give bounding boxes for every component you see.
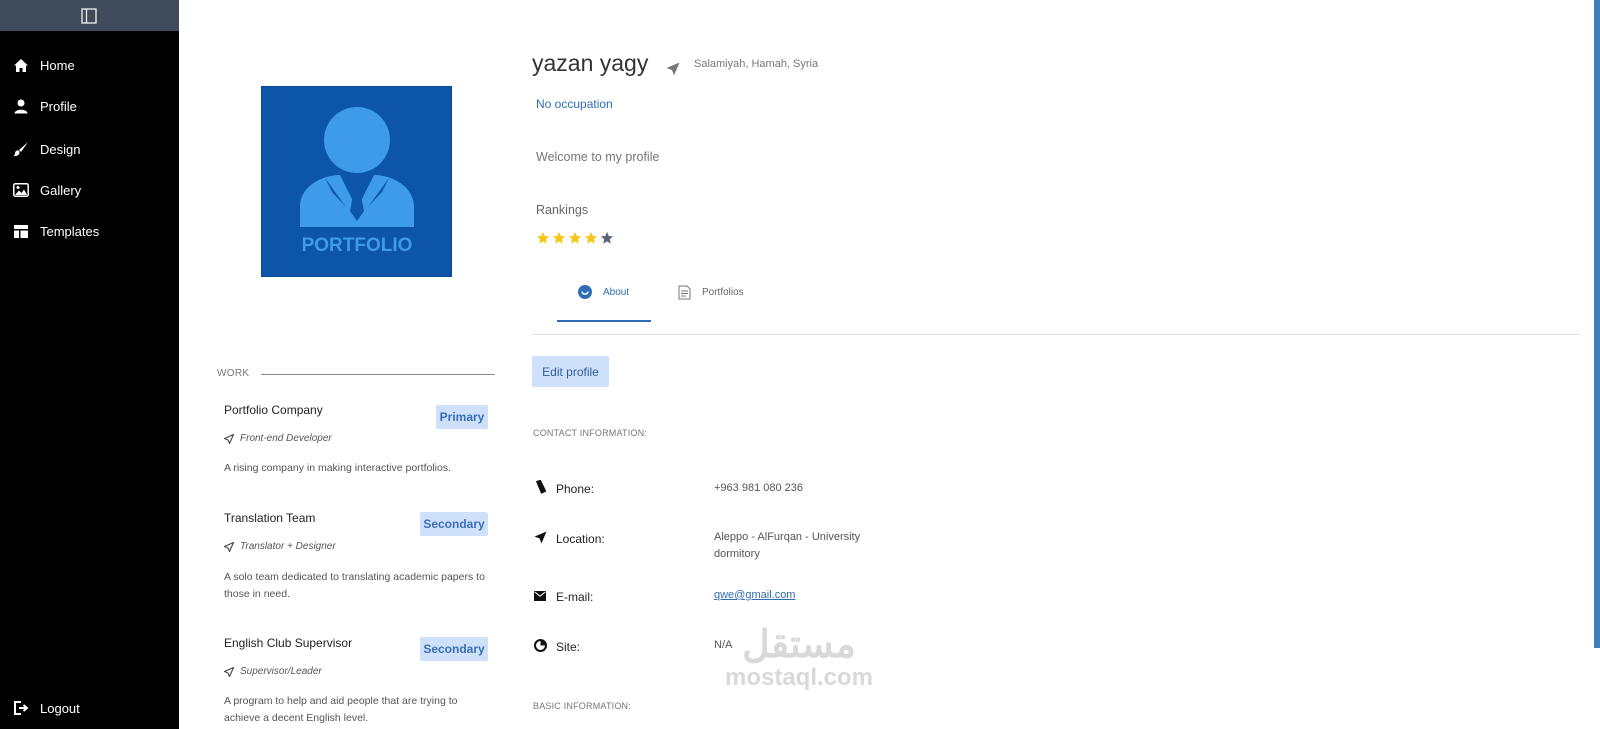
mail-icon bbox=[533, 589, 547, 603]
watermark-latin: mostaql.com bbox=[724, 664, 874, 691]
work-section-title: WORK bbox=[217, 368, 250, 379]
sidebar-item-templates[interactable]: Templates bbox=[0, 216, 179, 246]
location-value: Aleppo - AlFurqan - University dormitory bbox=[714, 531, 861, 560]
user-icon bbox=[13, 98, 29, 114]
basic-section-title: BASIC INFORMATION: bbox=[533, 701, 631, 711]
smile-icon bbox=[578, 285, 592, 299]
star-filled-icon bbox=[536, 231, 550, 244]
home-icon bbox=[13, 57, 29, 73]
site-label: Site: bbox=[556, 640, 581, 654]
image-icon bbox=[13, 182, 29, 198]
star-filled-icon bbox=[568, 231, 582, 244]
profile-occupation: No occupation bbox=[536, 97, 613, 111]
brush-icon bbox=[13, 141, 29, 157]
tab-about[interactable]: About bbox=[578, 285, 629, 299]
watermark-arabic: مستقل bbox=[742, 624, 856, 666]
sidebar-header bbox=[0, 0, 179, 31]
sidebar-item-label: Profile bbox=[40, 98, 77, 114]
sidebar-item-home[interactable]: Home bbox=[0, 50, 179, 80]
watermark: مستقل mostaql.com bbox=[702, 625, 896, 691]
edit-profile-button[interactable]: Edit profile bbox=[532, 356, 609, 387]
rankings-label: Rankings bbox=[536, 203, 589, 217]
sidebar-item-label: Templates bbox=[40, 223, 100, 239]
phone-value: +963 981 080 236 bbox=[714, 482, 804, 494]
job-badge: Secondary bbox=[420, 637, 488, 661]
rating-stars bbox=[536, 231, 614, 245]
star-filled-icon bbox=[552, 231, 566, 244]
job-description: A rising company in making interactive p… bbox=[224, 462, 452, 474]
job-description: A solo team dedicated to translating aca… bbox=[224, 571, 485, 600]
job-description: A program to help and aid people that ar… bbox=[224, 695, 458, 724]
sidebar-item-label: Home bbox=[40, 57, 75, 73]
sidebar-item-gallery[interactable]: Gallery bbox=[0, 175, 179, 205]
profile-name: yazan yagy bbox=[532, 50, 649, 76]
send-icon bbox=[224, 541, 234, 552]
tab-portfolios[interactable]: Portfolios bbox=[678, 285, 744, 300]
page-scrollbar[interactable] bbox=[1594, 0, 1600, 648]
job-role-text: Front-end Developer bbox=[240, 433, 332, 444]
tabs-divider bbox=[532, 334, 1580, 335]
profile-location: Salamiyah, Hamah, Syria bbox=[694, 58, 819, 70]
email-value-container: qwe@gmail.com bbox=[714, 587, 894, 604]
tab-label: Portfolios bbox=[702, 287, 744, 298]
email-label: E-mail: bbox=[556, 590, 594, 604]
sidebar-toggle-icon[interactable] bbox=[81, 8, 97, 24]
layout-icon bbox=[13, 223, 29, 239]
location-arrow-icon bbox=[533, 530, 547, 544]
globe-icon bbox=[533, 638, 547, 652]
contact-section-title: CONTACT INFORMATION: bbox=[533, 428, 647, 438]
star-filled-icon bbox=[584, 231, 598, 244]
job-badge: Primary bbox=[436, 405, 488, 429]
job-role: Translator + Designer bbox=[224, 541, 336, 552]
sidebar-item-label: Design bbox=[40, 141, 81, 157]
send-icon bbox=[224, 666, 234, 677]
avatar-caption: PORTFOLIO bbox=[302, 235, 413, 256]
job-company: Portfolio Company bbox=[224, 403, 323, 417]
phone-label: Phone: bbox=[556, 482, 595, 496]
send-icon bbox=[224, 433, 234, 444]
portfolio-person-icon: PORTFOLIO bbox=[300, 107, 414, 256]
job-badge: Secondary bbox=[420, 512, 488, 536]
document-icon bbox=[678, 285, 691, 300]
job-company: English Club Supervisor bbox=[224, 636, 353, 650]
job-role-text: Supervisor/Leader bbox=[240, 666, 322, 677]
sidebar: Home Profile Design Gallery Templates Lo… bbox=[0, 0, 179, 729]
logout-button[interactable]: Logout bbox=[0, 693, 179, 723]
job-role: Front-end Developer bbox=[224, 433, 332, 444]
job-role-text: Translator + Designer bbox=[240, 541, 336, 552]
sidebar-item-label: Gallery bbox=[40, 182, 82, 198]
phone-icon bbox=[533, 480, 547, 494]
star-empty-icon bbox=[600, 231, 614, 244]
location-label: Location: bbox=[556, 532, 605, 546]
location-arrow-icon bbox=[666, 62, 680, 76]
job-company: Translation Team bbox=[224, 511, 316, 525]
email-link[interactable]: qwe@gmail.com bbox=[714, 589, 795, 601]
logout-label: Logout bbox=[40, 700, 80, 716]
sidebar-item-design[interactable]: Design bbox=[0, 134, 179, 164]
logout-icon bbox=[13, 700, 29, 716]
active-tab-indicator bbox=[557, 320, 651, 322]
work-divider bbox=[261, 374, 495, 375]
sidebar-item-profile[interactable]: Profile bbox=[0, 91, 179, 121]
tab-label: About bbox=[603, 286, 630, 298]
profile-avatar: PORTFOLIO bbox=[261, 86, 452, 277]
job-role: Supervisor/Leader bbox=[224, 666, 322, 677]
profile-welcome: Welcome to my profile bbox=[536, 150, 660, 164]
